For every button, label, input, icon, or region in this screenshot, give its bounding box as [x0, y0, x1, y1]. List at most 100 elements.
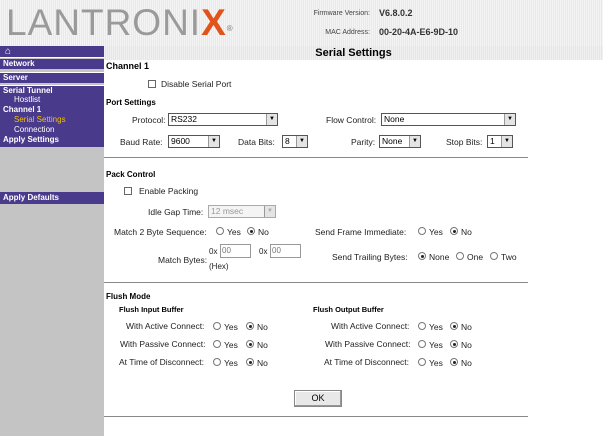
output-disconnect-yes-label: Yes — [429, 358, 443, 368]
mac-value: 00-20-4A-E6-9D-10 — [379, 27, 459, 37]
flow-control-value: None — [384, 114, 405, 124]
page-title: Serial Settings — [104, 46, 603, 60]
idle-gap-label: Idle Gap Time: — [148, 207, 204, 217]
match2-yes-label: Yes — [227, 227, 241, 237]
idle-gap-value: 12 msec — [211, 206, 244, 216]
output-disconnect-no-radio[interactable] — [450, 358, 458, 366]
input-disconnect-no-radio[interactable] — [246, 358, 254, 366]
chevron-down-icon: ▼ — [409, 136, 420, 147]
match-byte-1-input[interactable]: 00 — [220, 244, 251, 258]
disable-serial-port-label: Disable Serial Port — [161, 79, 232, 89]
chevron-down-icon: ▼ — [264, 206, 275, 217]
flow-control-select[interactable]: None ▼ — [381, 113, 516, 126]
output-active-no-radio[interactable] — [450, 322, 458, 330]
send-frame-no-label: No — [461, 227, 472, 237]
trailing-none-radio[interactable] — [418, 252, 426, 260]
chevron-down-icon: ▼ — [501, 136, 512, 147]
sidebar-item-server[interactable]: Server — [0, 72, 104, 83]
output-disconnect-yes-radio[interactable] — [418, 358, 426, 366]
output-passive-yes-label: Yes — [429, 340, 443, 350]
baud-rate-label: Baud Rate: — [120, 137, 163, 147]
input-disconnect-yes-radio[interactable] — [213, 358, 221, 366]
header-bar: LANTRONIX® Firmware Version: V6.8.0.2 MA… — [0, 0, 603, 46]
sidebar-item-apply-settings[interactable]: Apply Settings — [0, 135, 104, 147]
sidebar-item-network[interactable]: Network — [0, 59, 104, 69]
input-disconnect-no-label: No — [257, 358, 268, 368]
mac-label: MAC Address: — [325, 29, 370, 36]
divider — [104, 282, 528, 283]
send-frame-label: Send Frame Immediate: — [315, 227, 407, 237]
firmware-label: Firmware Version: — [313, 10, 370, 17]
input-active-no-radio[interactable] — [246, 322, 254, 330]
channel-heading: Channel 1 — [106, 61, 150, 71]
flush-output-heading: Flush Output Buffer — [313, 305, 384, 314]
output-passive-no-label: No — [461, 340, 472, 350]
output-active-yes-label: Yes — [429, 322, 443, 332]
input-passive-label: With Passive Connect: — [120, 339, 206, 349]
port-settings-heading: Port Settings — [106, 98, 156, 107]
disable-serial-port-checkbox[interactable] — [148, 80, 156, 88]
home-link[interactable]: ⌂ — [0, 46, 104, 58]
output-active-no-label: No — [461, 322, 472, 332]
parity-label: Parity: — [351, 137, 376, 147]
data-bits-label: Data Bits: — [238, 137, 275, 147]
send-frame-no-radio[interactable] — [450, 227, 458, 235]
trailing-one-radio[interactable] — [456, 252, 464, 260]
sidebar-item-hostlist[interactable]: Hostlist — [0, 95, 104, 105]
enable-packing-label: Enable Packing — [139, 186, 199, 196]
stop-bits-value: 1 — [490, 136, 495, 146]
hex-note: (Hex) — [209, 262, 229, 271]
protocol-value: RS232 — [171, 114, 197, 124]
trailing-one-label: One — [467, 252, 484, 262]
output-disconnect-label: At Time of Disconnect: — [324, 357, 410, 367]
send-frame-yes-label: Yes — [429, 227, 443, 237]
home-icon: ⌂ — [5, 46, 12, 57]
match-bytes-label: Match Bytes: — [158, 255, 208, 265]
output-active-yes-radio[interactable] — [418, 322, 426, 330]
trailing-none-label: None — [429, 252, 450, 262]
output-disconnect-no-label: No — [461, 358, 472, 368]
trailing-two-label: Two — [501, 252, 517, 262]
sidebar-item-serial-settings[interactable]: Serial Settings — [0, 115, 104, 125]
input-passive-yes-radio[interactable] — [213, 340, 221, 348]
idle-gap-select[interactable]: 12 msec ▼ — [208, 205, 276, 218]
protocol-label: Protocol: — [132, 115, 166, 125]
divider — [104, 416, 528, 417]
stop-bits-select[interactable]: 1 ▼ — [487, 135, 513, 148]
pack-control-heading: Pack Control — [106, 170, 156, 179]
send-frame-yes-radio[interactable] — [418, 227, 426, 235]
input-active-no-label: No — [257, 322, 268, 332]
ok-button[interactable]: OK — [294, 390, 342, 407]
flow-control-label: Flow Control: — [326, 115, 377, 125]
input-active-label: With Active Connect: — [126, 321, 205, 331]
sidebar-item-connection[interactable]: Connection — [0, 125, 104, 135]
enable-packing-checkbox[interactable] — [124, 187, 132, 195]
output-passive-yes-radio[interactable] — [418, 340, 426, 348]
chevron-down-icon: ▼ — [266, 114, 277, 125]
output-passive-label: With Passive Connect: — [325, 339, 411, 349]
match2-no-label: No — [258, 227, 269, 237]
match2-label: Match 2 Byte Sequence: — [114, 227, 207, 237]
flush-mode-heading: Flush Mode — [106, 292, 151, 301]
divider — [104, 157, 528, 158]
match-byte-2-input[interactable]: 00 — [270, 244, 301, 258]
input-disconnect-yes-label: Yes — [224, 358, 238, 368]
serial-settings-form: Channel 1 Disable Serial Port Port Setti… — [104, 60, 603, 436]
input-passive-yes-label: Yes — [224, 340, 238, 350]
output-passive-no-radio[interactable] — [450, 340, 458, 348]
chevron-down-icon: ▼ — [504, 114, 515, 125]
hex-prefix-2: 0x — [259, 247, 268, 256]
input-active-yes-radio[interactable] — [213, 322, 221, 330]
protocol-select[interactable]: RS232 ▼ — [168, 113, 278, 126]
sidebar-item-apply-defaults[interactable]: Apply Defaults — [0, 192, 104, 204]
data-bits-select[interactable]: 8 ▼ — [282, 135, 308, 148]
match2-yes-radio[interactable] — [216, 227, 224, 235]
parity-select[interactable]: None ▼ — [379, 135, 421, 148]
input-passive-no-radio[interactable] — [246, 340, 254, 348]
baud-rate-select[interactable]: 9600 ▼ — [168, 135, 220, 148]
send-trailing-label: Send Trailing Bytes: — [332, 252, 408, 262]
match2-no-radio[interactable] — [247, 227, 255, 235]
data-bits-value: 8 — [285, 136, 290, 146]
sidebar-item-channel-1[interactable]: Channel 1 — [0, 105, 104, 115]
trailing-two-radio[interactable] — [490, 252, 498, 260]
